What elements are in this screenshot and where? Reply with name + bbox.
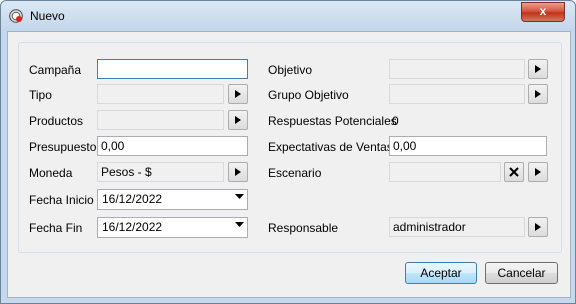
objetivo-label: Objetivo bbox=[268, 63, 313, 77]
arrow-right-icon bbox=[535, 90, 541, 98]
app-logo-icon bbox=[9, 9, 23, 23]
expectativas-label: Expectativas de Ventas bbox=[268, 140, 393, 154]
tipo-picker-button[interactable] bbox=[228, 84, 248, 104]
tipo-field bbox=[97, 84, 224, 104]
presupuesto-input[interactable]: 0,00 bbox=[97, 136, 248, 156]
arrow-right-icon bbox=[535, 223, 541, 231]
escenario-picker-button[interactable] bbox=[528, 162, 548, 182]
grupo-objetivo-field bbox=[389, 84, 525, 104]
arrow-right-icon bbox=[235, 168, 241, 176]
form-group: Campaña Tipo Productos Presupuesto 0,00 … bbox=[18, 42, 562, 253]
campana-input[interactable] bbox=[97, 59, 248, 79]
cancel-button[interactable]: Cancelar bbox=[485, 262, 558, 284]
arrow-right-icon bbox=[235, 90, 241, 98]
productos-field bbox=[97, 110, 224, 130]
arrow-right-icon bbox=[535, 65, 541, 73]
responsable-picker-button[interactable] bbox=[528, 217, 548, 237]
moneda-field: Pesos - $ bbox=[97, 162, 224, 182]
fecha-inicio-datepicker[interactable]: 16/12/2022 bbox=[97, 189, 248, 210]
fecha-inicio-value: 16/12/2022 bbox=[102, 192, 163, 206]
arrow-right-icon bbox=[235, 116, 241, 124]
responsable-label: Responsable bbox=[268, 221, 339, 235]
chevron-down-icon bbox=[235, 194, 244, 199]
expectativas-input[interactable]: 0,00 bbox=[389, 136, 547, 156]
window-title: Nuevo bbox=[30, 9, 65, 23]
objetivo-field bbox=[389, 59, 525, 79]
fecha-fin-value: 16/12/2022 bbox=[102, 220, 163, 234]
fecha-fin-label: Fecha Fin bbox=[29, 221, 83, 235]
presupuesto-label: Presupuesto bbox=[29, 140, 97, 154]
fecha-fin-datepicker[interactable]: 16/12/2022 bbox=[97, 217, 248, 238]
x-clear-icon bbox=[509, 167, 519, 177]
tipo-label: Tipo bbox=[29, 88, 52, 102]
close-button[interactable]: x bbox=[521, 2, 565, 22]
dialog-window: Nuevo x Campaña Tipo Productos Presupues… bbox=[0, 0, 576, 304]
escenario-clear-button[interactable] bbox=[504, 162, 524, 182]
chevron-down-icon bbox=[235, 222, 244, 227]
respuestas-value: 0 bbox=[392, 114, 399, 128]
accept-button[interactable]: Aceptar bbox=[405, 262, 477, 284]
productos-picker-button[interactable] bbox=[228, 110, 248, 130]
moneda-label: Moneda bbox=[29, 166, 73, 180]
moneda-picker-button[interactable] bbox=[228, 162, 248, 182]
title-bar[interactable]: Nuevo x bbox=[1, 1, 575, 31]
dialog-client-area: Campaña Tipo Productos Presupuesto 0,00 … bbox=[7, 31, 571, 298]
productos-label: Productos bbox=[29, 114, 84, 128]
grupo-objetivo-picker-button[interactable] bbox=[528, 84, 548, 104]
campana-label: Campaña bbox=[29, 63, 82, 77]
arrow-right-icon bbox=[535, 168, 541, 176]
responsable-field: administrador bbox=[389, 217, 525, 237]
escenario-field bbox=[389, 162, 501, 182]
fecha-inicio-label: Fecha Inicio bbox=[29, 193, 94, 207]
escenario-label: Escenario bbox=[268, 166, 322, 180]
objetivo-picker-button[interactable] bbox=[528, 59, 548, 79]
respuestas-label: Respuestas Potenciales bbox=[268, 114, 397, 128]
grupo-objetivo-label: Grupo Objetivo bbox=[268, 88, 349, 102]
